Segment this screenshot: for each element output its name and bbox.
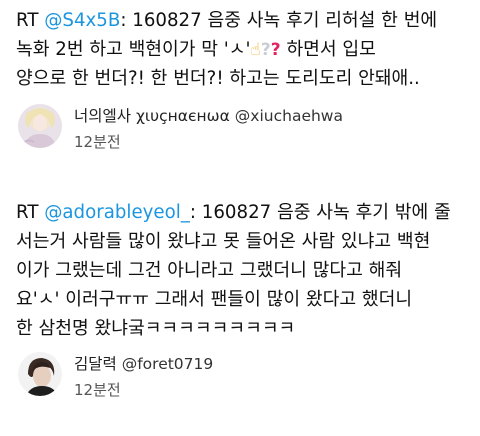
tweet-card[interactable]: RT @adorableyeol_: 160827 음중 사녹 후기 밖에 줄 … [0, 190, 480, 436]
author-display-name[interactable]: 김달력 [74, 355, 117, 373]
tweet-timestamp: 12분전 [74, 381, 121, 399]
tweet-text-fragment: : 160827 음중 사녹 후기 밖에 줄 [189, 202, 451, 223]
retweet-prefix: RT [16, 202, 45, 223]
mention-link[interactable]: @S4x5B [44, 10, 120, 31]
avatar[interactable] [18, 352, 62, 396]
tweet-line: 녹화 2번 하고 백현이가 막 'ㅅ'☝?? 하면서 입모 [16, 35, 472, 64]
tweet-text-fragment: 한 삼천명 왔냐궄ㅋㅋㅋㅋㅋㅋㅋㅋㅋ [16, 318, 296, 339]
author-handle[interactable]: @foret0719 [122, 355, 214, 373]
tweet-line: 이가 그랬는데 그건 아니라고 그랬더니 많다고 해줘 [16, 256, 472, 285]
author-handle[interactable]: @xiuchaehwa [235, 107, 343, 125]
tweet-line: 양으로 한 번더?! 한 번더?! 하고는 도리도리 안돼애.. [16, 64, 472, 93]
tweet-line: 한 삼천명 왔냐궄ㅋㅋㅋㅋㅋㅋㅋㅋㅋ [16, 314, 472, 343]
tweet-line: 요'ㅅ' 이러구ㅠㅠ 그래서 팬들이 많이 왔다고 했더니 [16, 285, 472, 314]
tweet-text-fragment: 서는거 사람들 많이 왔냐고 못 들어온 사람 있냐고 백현 [16, 231, 431, 252]
tweet-line: RT @S4x5B: 160827 음중 사녹 후기 리허설 한 번에 [16, 6, 472, 35]
divider [0, 178, 480, 190]
avatar[interactable] [18, 104, 62, 148]
tweet-card[interactable]: RT @S4x5B: 160827 음중 사녹 후기 리허설 한 번에 녹화 2… [0, 0, 480, 178]
tweet-text-fragment: 요'ㅅ' 이러구ㅠㅠ 그래서 팬들이 많이 왔다고 했더니 [16, 289, 413, 310]
retweet-prefix: RT [16, 10, 45, 31]
tweet-author[interactable]: 너의엘사 χιυçнαєнωα @xiuchaehwa 12분전 [18, 104, 458, 160]
tweet-body: RT @S4x5B: 160827 음중 사녹 후기 리허설 한 번에 녹화 2… [16, 6, 472, 93]
tweet-author[interactable]: 김달력 @foret0719 12분전 [18, 352, 458, 408]
author-name-line: 너의엘사 χιυçнαєнωα @xiuchaehwa [74, 106, 343, 126]
tweet-text-fragment: : 160827 음중 사녹 후기 리허설 한 번에 [120, 10, 438, 31]
tweet-text-fragment: 녹화 2번 하고 백현이가 막 'ㅅ' [16, 39, 251, 60]
author-name-line: 김달력 @foret0719 [74, 354, 213, 374]
author-display-name[interactable]: 너의엘사 χιυçнαєнωα [74, 107, 230, 125]
tweet-body: RT @adorableyeol_: 160827 음중 사녹 후기 밖에 줄 … [16, 198, 472, 343]
tweet-line: RT @adorableyeol_: 160827 음중 사녹 후기 밖에 줄 [16, 198, 472, 227]
avatar-image [18, 104, 62, 148]
tweet-feed: RT @S4x5B: 160827 음중 사녹 후기 리허설 한 번에 녹화 2… [0, 0, 480, 436]
mention-link[interactable]: @adorableyeol_ [44, 202, 190, 223]
tweet-text-fragment: 양으로 한 번더?! 한 번더?! 하고는 도리도리 안돼애.. [16, 68, 420, 89]
tweet-text-fragment: 하면서 입모 [280, 39, 376, 60]
avatar-image [18, 352, 62, 396]
tweet-line: 서는거 사람들 많이 왔냐고 못 들어온 사람 있냐고 백현 [16, 227, 472, 256]
red-question-mark-icon: ? [270, 40, 281, 60]
grey-question-mark-icon: ? [260, 40, 271, 60]
hand-pointing-up-icon: ☝ [250, 40, 261, 60]
tweet-text-fragment: 이가 그랬는데 그건 아니라고 그랬더니 많다고 해줘 [16, 260, 403, 281]
tweet-timestamp: 12분전 [74, 133, 121, 151]
